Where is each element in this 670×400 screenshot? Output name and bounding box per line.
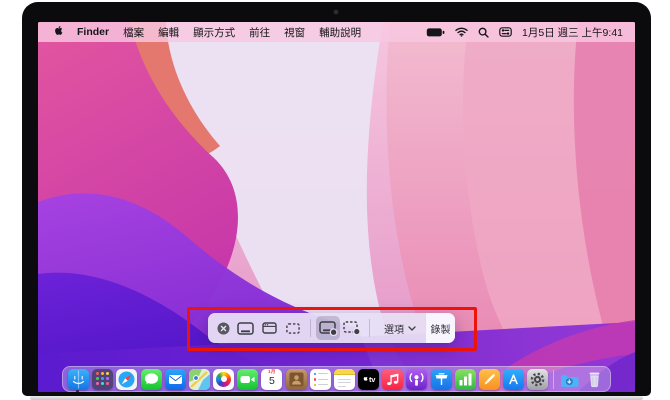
- close-icon[interactable]: [215, 316, 231, 340]
- menu-app-name[interactable]: Finder: [77, 26, 109, 38]
- record-selected-portion-icon[interactable]: [340, 316, 364, 340]
- dock-photos-icon[interactable]: [213, 369, 234, 390]
- camera-dot: [334, 10, 338, 14]
- record-button[interactable]: 錄製: [425, 313, 455, 343]
- dock-launchpad-icon[interactable]: [92, 369, 113, 390]
- dock-trash-icon[interactable]: [584, 369, 605, 390]
- dock-mail-icon[interactable]: [165, 369, 186, 390]
- menu-help[interactable]: 輔助說明: [319, 25, 361, 40]
- search-icon[interactable]: [478, 27, 489, 38]
- finder-running-indicator: [76, 390, 79, 392]
- dock-system-preferences-icon[interactable]: [527, 369, 548, 390]
- menu-bar-datetime[interactable]: 1月5日 週三 上午9:41: [522, 25, 623, 40]
- options-button[interactable]: 選項: [375, 313, 425, 343]
- dock-facetime-icon[interactable]: [237, 369, 258, 390]
- screen: Finder 檔案 編輯 顯示方式 前往 視窗 輔助說明: [38, 22, 635, 392]
- menu-window[interactable]: 視窗: [284, 25, 305, 40]
- menu-bar: Finder 檔案 編輯 顯示方式 前往 視窗 輔助說明: [38, 22, 635, 42]
- menu-view[interactable]: 顯示方式: [193, 25, 235, 40]
- dock-messages-icon[interactable]: [141, 369, 162, 390]
- wifi-icon[interactable]: [455, 27, 468, 37]
- dock-tv-icon[interactable]: tv: [358, 369, 379, 390]
- dock-notes-icon[interactable]: [334, 369, 355, 390]
- options-label: 選項: [384, 321, 404, 336]
- dock-music-icon[interactable]: [382, 369, 403, 390]
- dock-numbers-icon[interactable]: [455, 369, 476, 390]
- capture-selected-portion-icon[interactable]: [281, 316, 305, 340]
- dock-downloads-icon[interactable]: [560, 369, 581, 390]
- tv-label: tv: [369, 375, 375, 384]
- screenshot-toolbar: 選項 錄製: [208, 313, 455, 343]
- macbook-body-edge: [30, 396, 643, 400]
- dock-maps-icon[interactable]: [189, 369, 210, 390]
- menu-edit[interactable]: 編輯: [158, 25, 179, 40]
- dock-keynote-icon[interactable]: [431, 369, 452, 390]
- calendar-day-label: 5: [269, 375, 275, 387]
- dock-pages-icon[interactable]: [479, 369, 500, 390]
- dock-finder-icon[interactable]: [68, 369, 89, 390]
- menu-file[interactable]: 檔案: [123, 25, 144, 40]
- apple-menu-icon[interactable]: [52, 26, 63, 39]
- control-center-icon[interactable]: [499, 27, 512, 37]
- dock-podcasts-icon[interactable]: [406, 369, 427, 390]
- dock: 1月 5: [62, 366, 611, 392]
- menu-go[interactable]: 前往: [249, 25, 270, 40]
- dock-calendar-icon[interactable]: 1月 5: [261, 369, 282, 390]
- battery-icon[interactable]: [426, 27, 445, 38]
- record-entire-screen-icon[interactable]: [316, 316, 340, 340]
- dock-reminders-icon[interactable]: [310, 369, 331, 390]
- chevron-down-icon: [408, 326, 416, 331]
- display-bezel: Finder 檔案 編輯 顯示方式 前往 視窗 輔助說明: [22, 2, 651, 396]
- capture-selected-window-icon[interactable]: [257, 316, 281, 340]
- dock-contacts-icon[interactable]: [286, 369, 307, 390]
- toolbar-divider: [369, 319, 370, 337]
- dock-appstore-icon[interactable]: [503, 369, 524, 390]
- dock-safari-icon[interactable]: [116, 369, 137, 390]
- macbook-mockup: Finder 檔案 編輯 顯示方式 前往 視窗 輔助說明: [0, 0, 670, 400]
- record-label: 錄製: [431, 321, 451, 336]
- toolbar-divider: [310, 319, 311, 337]
- dock-divider: [553, 370, 554, 389]
- capture-entire-screen-icon[interactable]: [233, 316, 257, 340]
